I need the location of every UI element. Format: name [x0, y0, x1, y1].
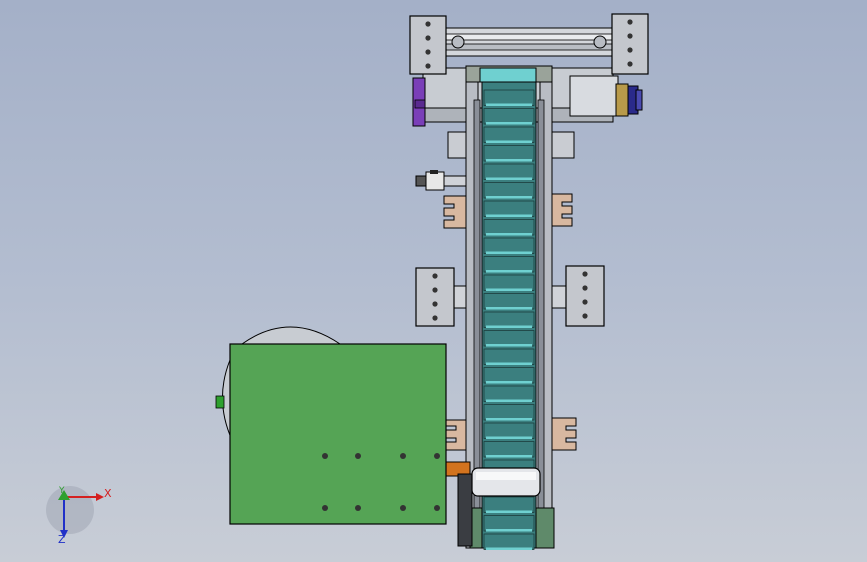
belt-slat-highlight — [486, 529, 532, 532]
orientation-triad[interactable] — [46, 486, 104, 538]
belt-slat-highlight — [486, 418, 532, 421]
belt-slat-highlight — [486, 436, 532, 439]
z-axis-label: Z — [58, 533, 66, 546]
belt-slat — [483, 404, 535, 421]
belt-slat-highlight — [486, 381, 532, 384]
belt-slat-highlight — [486, 140, 532, 143]
belt-slat-highlight — [486, 196, 532, 199]
belt-slat-highlight — [486, 159, 532, 162]
belt-slat — [483, 237, 535, 254]
belt-slat — [483, 108, 535, 125]
belt-slat — [483, 126, 535, 143]
belt-slat — [483, 274, 535, 291]
belt-slat — [483, 182, 535, 199]
belt-slat — [483, 311, 535, 328]
belt-slat-highlight — [486, 455, 532, 458]
belt-slat — [483, 496, 535, 513]
belt-slat — [483, 330, 535, 347]
belt-slat-highlight — [486, 362, 532, 365]
mount-plate-middle-right[interactable] — [547, 265, 605, 327]
belt-slat — [483, 293, 535, 310]
y-axis-label: Y — [59, 486, 65, 496]
belt-slat-highlight — [486, 510, 532, 513]
belt-slat-highlight — [486, 270, 532, 273]
conveyor-assembly-model[interactable] — [0, 0, 867, 562]
belt-slat-highlight — [486, 288, 532, 291]
belt-slat — [483, 145, 535, 162]
belt-slat-highlight — [486, 344, 532, 347]
mount-plate-middle-left[interactable] — [415, 267, 475, 327]
x-axis-label: X — [104, 487, 112, 500]
belt-slat — [483, 515, 535, 532]
belt-slat-highlight — [486, 233, 532, 236]
belt-slat — [483, 385, 535, 402]
belt-slat-highlight — [486, 177, 532, 180]
belt-slat-highlight — [486, 325, 532, 328]
sensor-fitting[interactable] — [415, 170, 467, 191]
belt-slat — [483, 163, 535, 180]
belt-slat — [483, 367, 535, 384]
cad-viewport[interactable]: X Y Z — [0, 0, 867, 562]
belt-slat-highlight — [486, 399, 532, 402]
belt-slat-highlight — [486, 103, 532, 106]
belt-slat — [483, 422, 535, 439]
motor-control-panel[interactable] — [229, 343, 447, 525]
belt-slat-highlight — [486, 214, 532, 217]
belt-slat — [483, 348, 535, 365]
belt-slat — [483, 200, 535, 217]
belt-slat — [483, 89, 535, 106]
belt-slat-highlight — [486, 307, 532, 310]
belt-slat-highlight — [486, 547, 532, 550]
belt-slat — [483, 533, 535, 550]
side-bracket-lower-right[interactable] — [549, 417, 577, 451]
belt-slat-highlight — [486, 122, 532, 125]
belt-slat — [483, 256, 535, 273]
belt-slat — [483, 219, 535, 236]
belt-slat-highlight — [486, 251, 532, 254]
belt-slat — [483, 441, 535, 458]
